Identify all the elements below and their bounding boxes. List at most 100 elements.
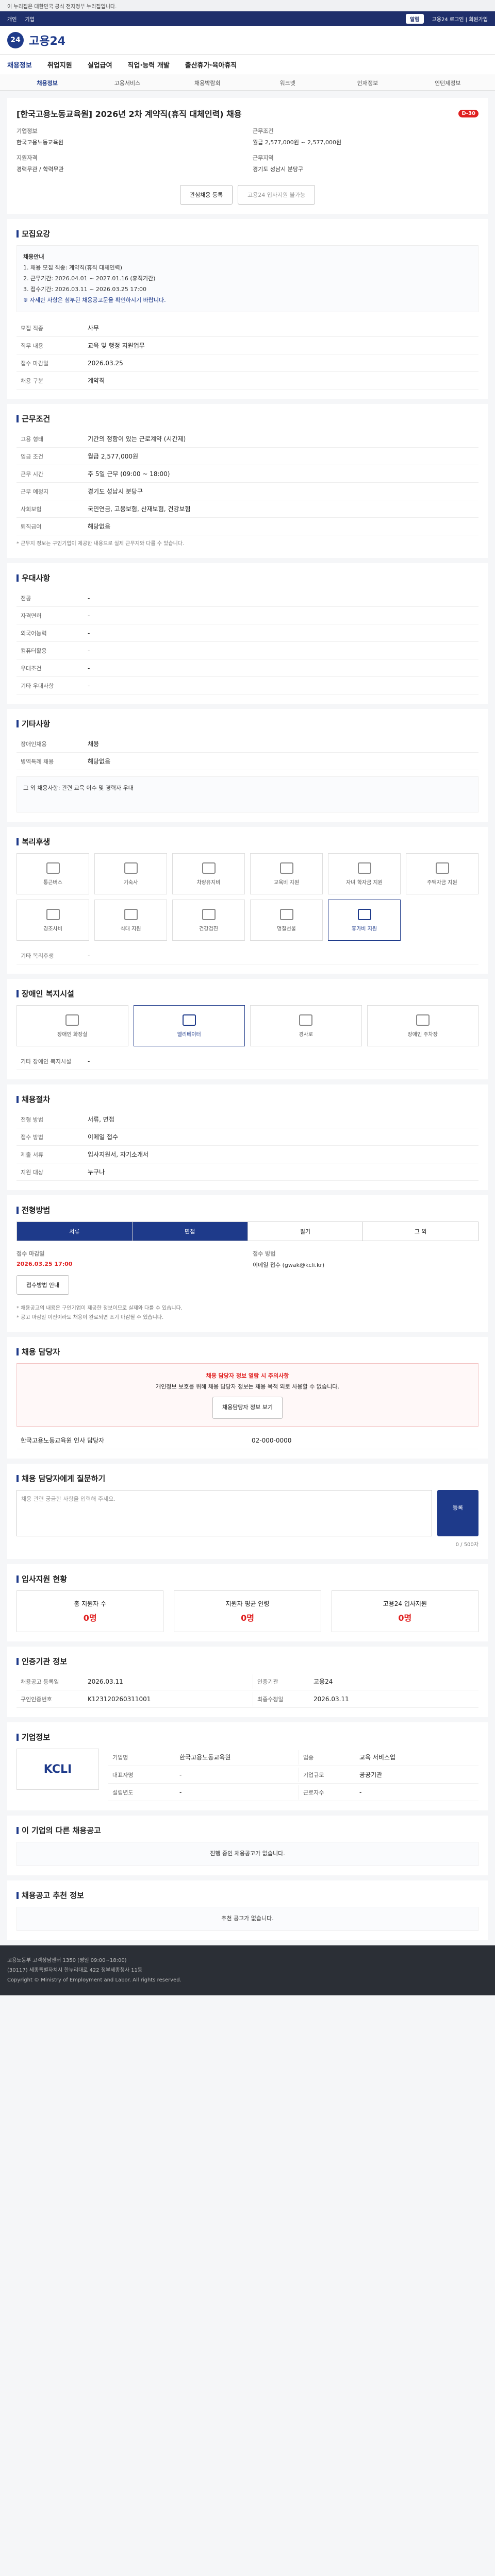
interest-button[interactable]: 관심채용 등록 <box>179 185 233 205</box>
table-row: 기업명 한국고용노동교육원 업종 교육 서비스업 <box>108 1749 478 1767</box>
recruit-section: 모집요강 채용안내 1. 채용 모집 직종: 계약직(휴직 대체인력) 2. 근… <box>7 219 488 404</box>
welfare-label: 통근버스 <box>43 879 62 886</box>
global-nav: 채용정보 취업지원 실업급여 직업·능력 개발 출산휴가·육아휴직 <box>0 55 495 75</box>
footer-line: (30117) 세종특별자치시 한누리대로 422 정부세종청사 11동 <box>7 1967 143 1973</box>
table-row: 지원 대상 누구나 <box>16 1163 478 1181</box>
lnb-item-0[interactable]: 채용정보 <box>7 79 87 87</box>
inquiry-submit-button[interactable]: 등록 <box>437 1490 478 1537</box>
gnb-item-benefit[interactable]: 실업급여 <box>88 60 112 70</box>
conditions-note: * 근무지 정보는 구인기업이 제공한 내용으로 실제 근무지와 다를 수 있습… <box>16 541 185 547</box>
notice-line: 채용안내 <box>23 253 44 260</box>
util-link-personal[interactable]: 개인 <box>7 15 16 23</box>
row-value: 계약직 <box>88 377 105 385</box>
util-link-company[interactable]: 기업 <box>25 15 34 23</box>
lnb-item-4[interactable]: 인재정보 <box>327 79 407 87</box>
utility-bar: 개인 기업 알림 고용24 로그인 | 회원가입 <box>0 11 495 26</box>
logo-icon[interactable]: 24 <box>7 31 24 48</box>
apply-status-title: 입사지원 현황 <box>16 1573 478 1584</box>
condition-value: 월급 2,577,000원 ~ 2,577,000원 <box>253 139 342 146</box>
row-value: 2026.03.25 <box>88 359 123 367</box>
inquiry-textarea[interactable]: 채용 관련 궁금한 사항을 입력해 주세요. <box>16 1490 432 1537</box>
posting-summary: [한국고용노동교육원] 2026년 2차 계약직(휴직 대체인력) 채용 D-3… <box>7 98 488 219</box>
tab-interview[interactable]: 면접 <box>132 1222 248 1241</box>
row-value: - <box>88 629 90 637</box>
method-label: 접수 방법 <box>253 1250 276 1258</box>
row-value: 공공기관 <box>359 1771 383 1779</box>
table-row: 접수 마감일 2026.03.25 <box>16 354 478 372</box>
table-row: 임금 조건 월급 2,577,000원 <box>16 448 478 466</box>
welfare-label: 자녀 학자금 지원 <box>346 879 383 886</box>
row-value: 교육 서비스업 <box>359 1754 396 1761</box>
restroom-icon <box>65 1014 79 1026</box>
warning-text: 개인정보 보호를 위해 채용 담당자 정보는 채용 목적 외로 사용할 수 없습… <box>156 1383 339 1391</box>
notification-pill[interactable]: 알림 <box>406 13 424 24</box>
disability-item: 경사로 <box>250 1005 362 1047</box>
meta-section: 인증기관 정보 채용공고 등록일 2026.03.11 인증기관 고용24 구인인증… <box>7 1647 488 1723</box>
row-value: 해당없음 <box>88 758 111 766</box>
row-value: - <box>88 1057 90 1065</box>
local-nav: 채용정보 고용서비스 채용박람회 워크넷 인재정보 인턴제정보 <box>0 75 495 91</box>
lnb-item-1[interactable]: 고용서비스 <box>87 79 167 87</box>
welfare-item: 건강검진 <box>172 900 245 941</box>
company-value[interactable]: 한국고용노동교육원 <box>16 138 63 146</box>
counter-value: 0명 <box>241 1613 254 1623</box>
conditions-title: 근무조건 <box>16 413 478 424</box>
notice-line: ※ 자세한 사항은 첨부된 채용공고문을 확인하시기 바랍니다. <box>23 296 166 303</box>
gnb-item-support[interactable]: 취업지원 <box>47 60 72 70</box>
row-value: - <box>88 612 90 619</box>
welfare-label: 기숙사 <box>123 879 138 886</box>
summary-grid: 기업정보 한국고용노동교육원 지원자격 경력무관 / 학력무관 근무조건 월급 … <box>16 127 478 176</box>
table-row: 채용 구분 계약직 <box>16 372 478 390</box>
similar-empty: 진행 중인 채용공고가 없습니다. <box>16 1842 478 1867</box>
table-row: 모집 직종 사무 <box>16 319 478 337</box>
table-row: 채용공고 등록일 2026.03.11 인증기관 고용24 <box>16 1673 478 1691</box>
tab-other[interactable]: 그 외 <box>363 1222 478 1241</box>
row-key: 기업명 <box>112 1754 128 1761</box>
table-row: 전공 - <box>16 589 478 607</box>
util-login-links[interactable]: 고용24 로그인 | 회원가입 <box>432 15 488 23</box>
similar2-title: 채용공고 추천 정보 <box>16 1890 478 1901</box>
notice-line: 2. 근무기간: 2026.04.01 ~ 2027.01.16 (휴직기간) <box>23 275 156 282</box>
lnb-item-3[interactable]: 워크넷 <box>248 79 327 87</box>
table-row: 근무 시간 주 5일 근무 (09:00 ~ 18:00) <box>16 465 478 483</box>
row-key: 기업규모 <box>299 1767 355 1782</box>
warning-title: 채용 담당자 정보 열람 시 주의사항 <box>206 1372 289 1380</box>
apply-counters: 총 지원자 수 0명 지원자 평균 연령 0명 고용24 입사지원 0명 <box>16 1590 478 1633</box>
process-note: * 공고 마감일 이전이라도 채용이 완료되면 조기 마감될 수 있습니다. <box>16 1315 164 1321</box>
posting-actions: 관심채용 등록 고용24 입사지원 불가능 <box>16 185 478 205</box>
tab-written[interactable]: 필기 <box>248 1222 364 1241</box>
row-value: - <box>88 682 90 689</box>
site-logo-text[interactable]: 고용24 <box>29 32 65 48</box>
table-row: 근무 예정지 경기도 성남시 분당구 <box>16 483 478 501</box>
row-key: 전공 <box>21 595 31 602</box>
gnb-item-leave[interactable]: 출산휴가·육아휴직 <box>185 60 237 70</box>
row-value: 기간의 정함이 있는 근로계약 (시간제) <box>88 435 186 443</box>
table-row: 사회보험 국민연금, 고용보험, 산재보험, 건강보험 <box>16 500 478 518</box>
view-contact-button[interactable]: 채용담당자 정보 보기 <box>212 1397 283 1419</box>
counter-value: 0명 <box>398 1613 412 1623</box>
contact-section: 채용 담당자 채용 담당자 정보 열람 시 주의사항 개인정보 보호를 위해 채… <box>7 1337 488 1464</box>
table-row: 기타 복리후생 - <box>16 947 478 965</box>
lnb-item-2[interactable]: 채용박람회 <box>168 79 248 87</box>
row-key: 설립년도 <box>112 1789 134 1796</box>
table-row: 자격면허 - <box>16 607 478 625</box>
tab-document[interactable]: 서류 <box>17 1222 133 1241</box>
parking-icon <box>416 1014 430 1026</box>
row-value: 입사지원서, 자기소개서 <box>88 1151 149 1159</box>
gnb-item-training[interactable]: 직업·능력 개발 <box>128 60 170 70</box>
gnb-item-jobs[interactable]: 채용정보 <box>7 60 32 70</box>
lnb-item-5[interactable]: 인턴제정보 <box>408 79 488 87</box>
row-key: 모집 직종 <box>21 325 43 332</box>
table-row: 제출 서류 입사지원서, 자기소개서 <box>16 1146 478 1164</box>
table-row: 컴퓨터활용 - <box>16 642 478 660</box>
elevator-icon <box>182 1014 196 1026</box>
table-row: 구인인증번호 K123120260311001 최종수정일 2026.03.11 <box>16 1690 478 1708</box>
dormitory-icon <box>124 862 138 874</box>
etc-text: 그 외 채용사항: 관련 교육 이수 및 경력자 우대 <box>16 776 478 813</box>
table-row: 전형 방법 서류, 면접 <box>16 1111 478 1129</box>
row-value: 경기도 성남시 분당구 <box>88 488 143 496</box>
method-guide-button[interactable]: 접수방법 안내 <box>16 1275 70 1295</box>
row-key: 인증기관 <box>253 1674 309 1689</box>
row-key: 고용 형태 <box>21 435 43 443</box>
row-key: 구인인증번호 <box>21 1696 52 1703</box>
